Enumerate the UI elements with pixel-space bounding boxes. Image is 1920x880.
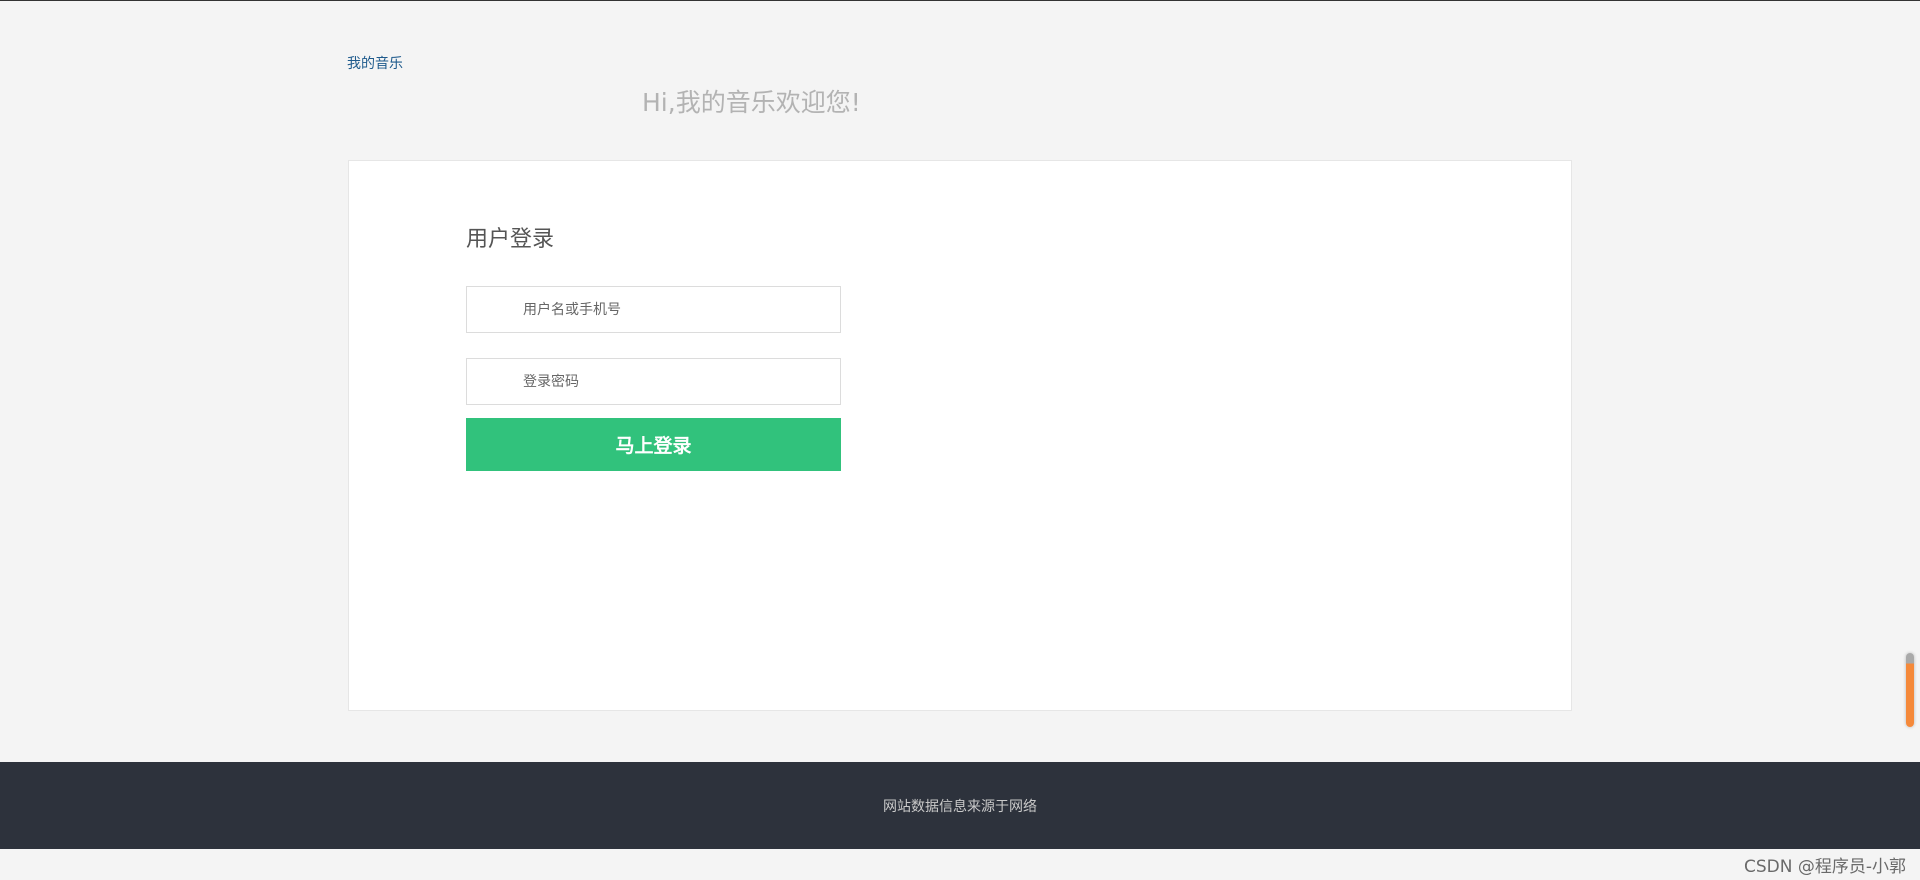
login-panel: 用户登录 马上登录 <box>348 160 1572 711</box>
password-field[interactable] <box>466 358 841 405</box>
password-input[interactable] <box>523 359 823 404</box>
welcome-heading: Hi,我的音乐欢迎您! <box>642 88 861 117</box>
username-field[interactable] <box>466 286 841 333</box>
home-link[interactable]: 我的音乐 <box>347 53 403 73</box>
footer-text: 网站数据信息来源于网络 <box>883 799 1037 815</box>
footer: 网站数据信息来源于网络 <box>0 762 1920 849</box>
login-button[interactable]: 马上登录 <box>466 418 841 471</box>
username-input[interactable] <box>523 287 823 332</box>
watermark-text: CSDN @程序员-小郭 <box>1743 857 1906 877</box>
login-title: 用户登录 <box>466 227 555 252</box>
scroll-handle[interactable] <box>1906 653 1914 727</box>
